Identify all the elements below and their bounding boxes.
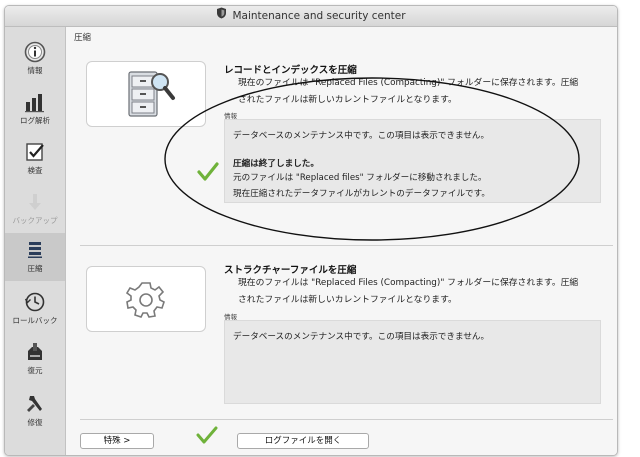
special-button[interactable]: 特殊 >: [80, 433, 154, 449]
repair-icon: [27, 396, 42, 412]
sidebar-item-compact[interactable]: 圧縮: [5, 233, 65, 281]
rollback-icon: [24, 292, 45, 312]
shield-icon: [216, 6, 227, 26]
restore-icon: [28, 343, 42, 360]
backup-icon: [29, 194, 41, 210]
records-description-line2: されたファイルは新しいカレントファイルとなります。: [238, 95, 457, 105]
main-panel: 圧縮 レコードとインデックスを圧縮 現在のファイルは "Replaced Fil…: [66, 27, 617, 455]
structure-heading: ストラクチャーファイルを圧縮: [224, 265, 357, 276]
sidebar-item-check[interactable]: 検査: [5, 135, 65, 183]
section-divider: [80, 245, 613, 246]
sidebar-item-label: ログ解析: [20, 116, 50, 125]
structure-info-box: データベースのメンテナンス中です。この項目は表示できません。: [224, 320, 601, 404]
records-heading: レコードとインデックスを圧縮: [224, 65, 357, 76]
records-info-box: データベースのメンテナンス中です。この項目は表示できません。 圧縮は終了しました…: [224, 119, 601, 203]
footer-divider: [80, 419, 613, 420]
window-title: Maintenance and security center: [232, 10, 406, 22]
file-cabinet-magnifier-icon: [128, 71, 175, 117]
structure-description-line1: 現在のファイルは "Replaced Files (Compacting)" フ…: [238, 278, 579, 288]
sidebar: 情報 ログ解析 検査 バックアップ 圧縮 ロールバック 復元 修復: [5, 27, 66, 455]
section-title: 圧縮: [74, 33, 92, 43]
records-info-status: 圧縮は終了しました。: [233, 159, 319, 169]
structure-card: [86, 266, 206, 332]
sidebar-item-rollback[interactable]: ロールバック: [5, 285, 65, 333]
structure-description-line2: されたファイルは新しいカレントファイルとなります。: [238, 295, 457, 305]
log-analysis-icon: [25, 94, 44, 113]
sidebar-item-label: 圧縮: [27, 264, 43, 273]
records-info-line: データベースのメンテナンス中です。この項目は表示できません。: [233, 131, 490, 141]
sidebar-item-backup: バックアップ: [5, 185, 65, 233]
compact-icon: [28, 242, 42, 258]
open-log-file-button[interactable]: ログファイルを開く: [237, 433, 369, 449]
sidebar-item-label: 情報: [27, 66, 43, 75]
structure-info-line: データベースのメンテナンス中です。この項目は表示できません。: [233, 332, 490, 342]
checklist-icon: [26, 143, 44, 161]
sidebar-item-label: バックアップ: [12, 216, 58, 225]
sidebar-item-label: ロールバック: [12, 316, 58, 325]
gear-icon: [125, 282, 165, 318]
title-bar: Maintenance and security center: [5, 6, 617, 27]
success-check-icon: [197, 162, 219, 181]
sidebar-item-restore[interactable]: 復元: [5, 335, 65, 383]
success-check-icon: [196, 426, 218, 444]
records-info-line: 現在圧縮されたデータファイルがカレントのデータファイルです。: [233, 189, 490, 199]
sidebar-item-label: 検査: [27, 166, 43, 175]
sidebar-item-repair[interactable]: 修復: [5, 387, 65, 435]
sidebar-item-label: 修復: [27, 418, 43, 427]
sidebar-item-label: 復元: [27, 366, 43, 375]
app-window: Maintenance and security center 情報 ログ解析 …: [4, 5, 618, 456]
records-card: [86, 61, 206, 127]
records-description-line1: 現在のファイルは "Replaced Files (Compacting)" フ…: [238, 78, 579, 88]
sidebar-item-log-analysis[interactable]: ログ解析: [5, 85, 65, 133]
sidebar-item-info[interactable]: 情報: [5, 35, 65, 83]
info-icon: [24, 41, 46, 63]
records-info-line: 元のファイルは "Replaced files" フォルダーに移動されました。: [233, 173, 487, 183]
